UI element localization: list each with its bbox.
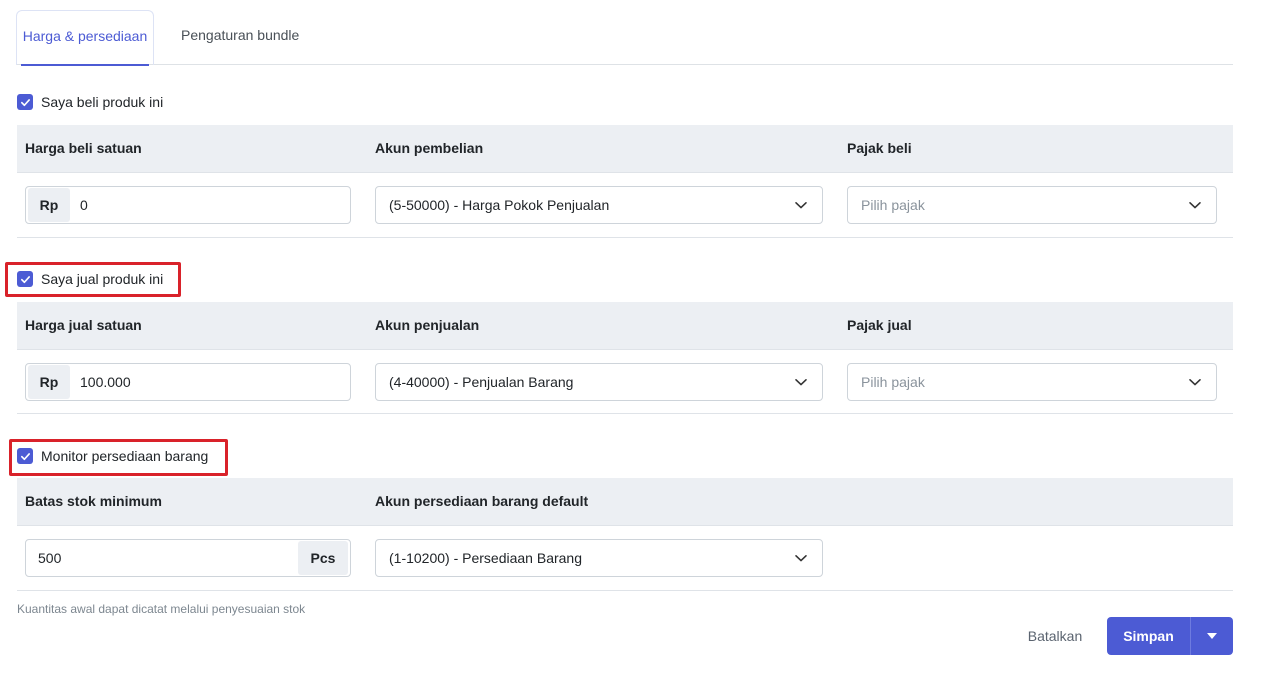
purchase-price-input[interactable]: Rp 0 [25, 186, 351, 224]
purchase-price-value: 0 [80, 197, 88, 213]
stock-note: Kuantitas awal dapat dicatat melalui pen… [17, 602, 306, 616]
inventory-account-value: (1-10200) - Persediaan Barang [389, 550, 583, 566]
chevron-down-icon [1189, 202, 1201, 209]
sales-header-band: Harga jual satuan Akun penjualan Pajak j… [17, 302, 1233, 350]
currency-prefix: Rp [28, 365, 70, 399]
chevron-down-icon [795, 202, 807, 209]
save-options-button[interactable] [1190, 617, 1233, 655]
chevron-down-icon [795, 379, 807, 386]
sales-tax-header: Pajak jual [847, 317, 912, 333]
sales-price-value: 100.000 [80, 374, 131, 390]
sales-account-value: (4-40000) - Penjualan Barang [389, 374, 574, 390]
inventory-checkbox-label: Monitor persediaan barang [41, 448, 209, 464]
purchase-tax-select[interactable]: Pilih pajak [847, 186, 1217, 224]
inventory-account-select[interactable]: (1-10200) - Persediaan Barang [375, 539, 823, 577]
sales-price-header: Harga jual satuan [25, 317, 142, 333]
sales-account-header: Akun penjualan [375, 317, 480, 333]
purchase-checkbox-label: Saya beli produk ini [41, 94, 164, 110]
inventory-header-band: Batas stok minimum Akun persediaan baran… [17, 478, 1233, 526]
tab-harga-persediaan[interactable]: Harga & persediaan [16, 10, 154, 66]
min-stock-input[interactable]: 500 Pcs [25, 539, 351, 577]
purchase-checkbox[interactable] [17, 94, 33, 110]
save-button-group: Simpan [1107, 617, 1233, 655]
tab-pengaturan-bundle[interactable]: Pengaturan bundle [181, 10, 299, 65]
inventory-checkbox-row[interactable]: Monitor persediaan barang [17, 446, 208, 466]
purchase-tax-header: Pajak beli [847, 140, 912, 156]
sales-input-row: Rp 100.000 (4-40000) - Penjualan Barang … [17, 350, 1233, 414]
caret-down-icon [1207, 633, 1217, 639]
sales-account-select[interactable]: (4-40000) - Penjualan Barang [375, 363, 823, 401]
check-icon [20, 98, 30, 106]
sales-checkbox-row[interactable]: Saya jual produk ini [17, 269, 163, 289]
cancel-button[interactable]: Batalkan [1015, 617, 1095, 655]
purchase-account-value: (5-50000) - Harga Pokok Penjualan [389, 197, 610, 213]
inventory-checkbox[interactable] [17, 448, 33, 464]
purchase-account-select[interactable]: (5-50000) - Harga Pokok Penjualan [375, 186, 823, 224]
sales-checkbox[interactable] [17, 271, 33, 287]
unit-suffix: Pcs [298, 541, 348, 575]
sales-checkbox-label: Saya jual produk ini [41, 271, 164, 287]
sales-price-input[interactable]: Rp 100.000 [25, 363, 351, 401]
inventory-input-row: 500 Pcs (1-10200) - Persediaan Barang [17, 527, 1233, 591]
sales-tax-placeholder: Pilih pajak [861, 374, 925, 390]
purchase-header-band: Harga beli satuan Akun pembelian Pajak b… [17, 125, 1233, 173]
purchase-price-header: Harga beli satuan [25, 140, 142, 156]
purchase-input-row: Rp 0 (5-50000) - Harga Pokok Penjualan P… [17, 174, 1233, 238]
currency-prefix: Rp [28, 188, 70, 222]
check-icon [20, 275, 30, 283]
chevron-down-icon [1189, 379, 1201, 386]
chevron-down-icon [795, 555, 807, 562]
tab-bar: Harga & persediaan Pengaturan bundle [16, 10, 1233, 66]
min-stock-header: Batas stok minimum [25, 493, 162, 509]
min-stock-value: 500 [38, 550, 62, 566]
sales-tax-select[interactable]: Pilih pajak [847, 363, 1217, 401]
purchase-tax-placeholder: Pilih pajak [861, 197, 925, 213]
purchase-checkbox-row[interactable]: Saya beli produk ini [17, 92, 163, 112]
inventory-account-header: Akun persediaan barang default [375, 493, 589, 509]
save-button[interactable]: Simpan [1107, 617, 1190, 655]
check-icon [20, 452, 30, 460]
purchase-account-header: Akun pembelian [375, 140, 484, 156]
